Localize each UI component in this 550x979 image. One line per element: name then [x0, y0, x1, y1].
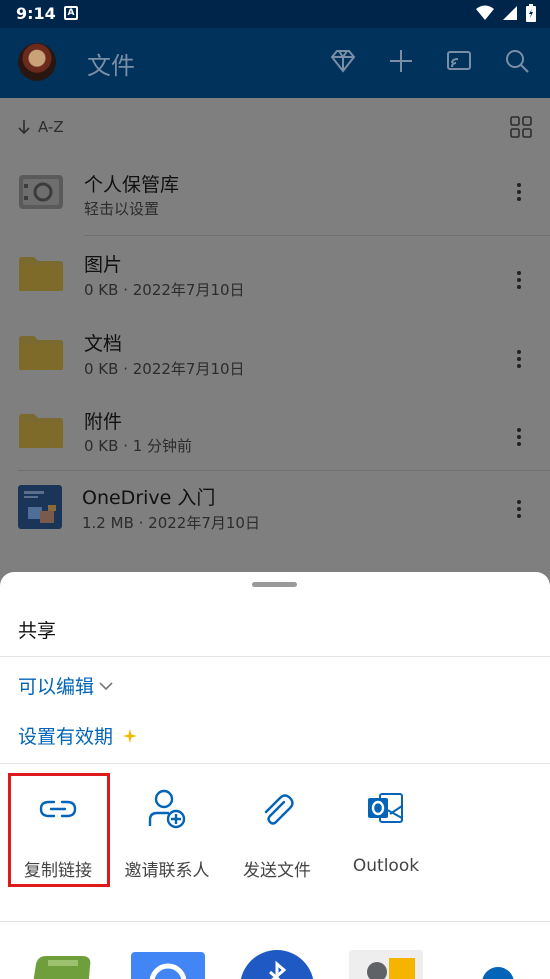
list-item[interactable]: OneDrive 入门 1.2 MB · 2022年7月10日: [0, 471, 550, 549]
notification-a-icon: A: [64, 6, 78, 20]
set-expiry-button[interactable]: 设置有效期: [18, 722, 138, 749]
add-icon[interactable]: [388, 48, 414, 74]
action-label: 发送文件: [243, 861, 311, 881]
folder-icon: [19, 336, 63, 370]
more-options-icon[interactable]: [516, 180, 522, 204]
action-label: Outlook: [352, 856, 420, 876]
list-item[interactable]: 个人保管库 轻击以设置: [0, 150, 550, 228]
share-sheet: 共享 可以编辑 设置有效期 复制链接 邀请联系人 发送文件 Outlook: [0, 572, 550, 979]
item-name: 附件: [84, 411, 123, 433]
more-options-icon[interactable]: [516, 347, 522, 371]
grid-view-icon[interactable]: [510, 116, 532, 138]
app-bar: 文件: [0, 28, 550, 98]
page-title: 文件: [87, 52, 135, 80]
item-name: 个人保管库: [84, 174, 180, 196]
sort-button[interactable]: A-Z: [18, 118, 64, 136]
item-name: 文档: [84, 333, 123, 355]
diamond-icon[interactable]: [330, 48, 356, 74]
item-meta: 0 KB · 1 分钟前: [84, 437, 193, 455]
outlook-button[interactable]: Outlook: [331, 770, 441, 885]
item-name: 图片: [84, 254, 123, 276]
document-thumbnail: [18, 485, 62, 529]
more-options-icon[interactable]: [516, 425, 522, 449]
list-item[interactable]: 图片 0 KB · 2022年7月10日: [0, 238, 550, 316]
drag-handle[interactable]: [252, 582, 297, 587]
permission-dropdown[interactable]: 可以编辑: [18, 672, 114, 699]
paperclip-icon: [264, 794, 294, 825]
battery-icon: [526, 4, 536, 22]
app-icon-android[interactable]: [349, 950, 423, 979]
highlight-box: [8, 773, 110, 887]
divider: [0, 656, 550, 657]
messages-app-icon[interactable]: [22, 950, 94, 979]
bluetooth-icon[interactable]: [240, 950, 314, 979]
status-time: 9:14: [16, 4, 56, 23]
signal-icon: [503, 6, 517, 20]
share-sheet-title: 共享: [18, 620, 57, 642]
vault-icon: [19, 175, 63, 209]
permission-label: 可以编辑: [18, 676, 95, 698]
expiry-label: 设置有效期: [18, 726, 114, 748]
avatar[interactable]: [18, 43, 56, 81]
action-label: 邀请联系人: [124, 861, 210, 881]
chevron-down-icon: [99, 681, 113, 690]
send-file-button[interactable]: 发送文件: [222, 770, 332, 885]
folder-icon: [19, 414, 63, 448]
sparkle-icon: [123, 728, 138, 743]
wifi-icon: [476, 5, 494, 20]
outlook-icon: [368, 793, 403, 823]
item-meta: 0 KB · 2022年7月10日: [84, 360, 245, 378]
other-apps-row: [0, 922, 550, 979]
search-icon[interactable]: [504, 48, 530, 74]
add-person-icon: [148, 789, 186, 829]
item-meta: 轻击以设置: [84, 200, 160, 218]
status-bar: 9:14 A: [0, 0, 550, 28]
status-icons: [476, 4, 536, 22]
invite-contacts-button[interactable]: 邀请联系人: [112, 770, 222, 885]
item-name: OneDrive 入门: [82, 487, 216, 509]
item-meta: 0 KB · 2022年7月10日: [84, 281, 245, 299]
cast-icon[interactable]: [446, 48, 472, 74]
list-item[interactable]: 附件 0 KB · 1 分钟前: [0, 395, 550, 473]
divider: [0, 763, 550, 764]
arrow-down-icon: [18, 120, 30, 135]
list-item[interactable]: 文档 0 KB · 2022年7月10日: [0, 317, 550, 395]
item-meta: 1.2 MB · 2022年7月10日: [82, 514, 260, 532]
app-bar-actions: [330, 48, 530, 74]
file-list: A-Z 个人保管库 轻击以设置 图片 0 KB · 2022年7月10日 文档 …: [0, 98, 550, 572]
divider: [84, 235, 550, 236]
sort-label: A-Z: [38, 118, 64, 136]
app-icon-partial[interactable]: [475, 960, 521, 979]
app-icon-blue[interactable]: [131, 952, 205, 979]
more-options-icon[interactable]: [516, 268, 522, 292]
folder-icon: [19, 257, 63, 291]
more-options-icon[interactable]: [516, 497, 522, 521]
